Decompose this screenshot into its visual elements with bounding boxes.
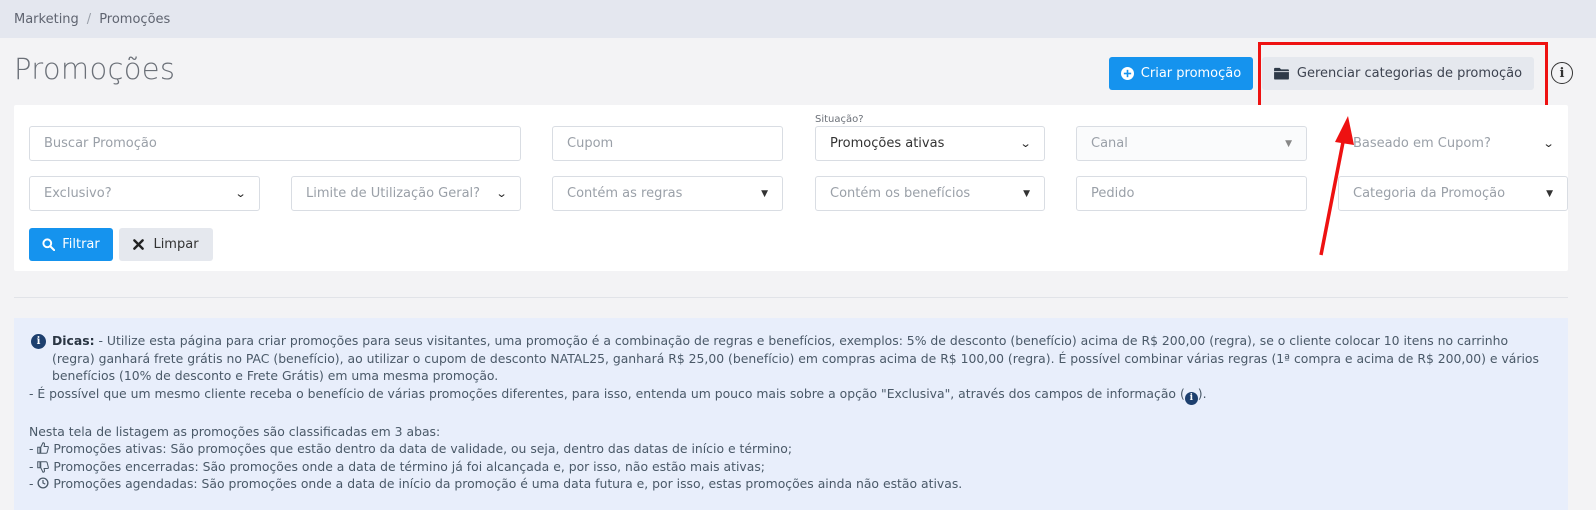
manage-categories-button[interactable]: Gerenciar categorias de promoção (1262, 57, 1534, 90)
category-placeholder: Categoria da Promoção (1353, 186, 1506, 201)
order-input[interactable]: Pedido (1076, 176, 1307, 211)
coupon-input[interactable]: Cupom (552, 126, 783, 161)
tips-text-2: - É possível que um mesmo cliente receba… (29, 385, 1185, 401)
caret-down-icon: ▼ (1023, 188, 1030, 199)
info-icon[interactable]: i (1551, 62, 1573, 84)
filter-button[interactable]: Filtrar (29, 228, 113, 261)
benefits-select[interactable]: Contém os benefícios ▼ (815, 176, 1045, 211)
benefits-placeholder: Contém os benefícios (830, 186, 971, 201)
coupon-based-select[interactable]: Baseado em Cupom? ⌄ (1338, 126, 1568, 161)
usage-limit-placeholder: Limite de Utilização Geral? (306, 186, 481, 201)
search-icon (42, 238, 56, 251)
caret-down-icon: ▼ (1546, 188, 1553, 199)
tips-paragraph-2: - É possível que um mesmo cliente receba… (29, 385, 1552, 406)
folder-icon (1273, 67, 1289, 80)
create-promotion-label: Criar promoção (1140, 66, 1242, 81)
tips-title: Dicas: (52, 333, 95, 348)
rules-select[interactable]: Contém as regras ▼ (552, 176, 783, 211)
category-select[interactable]: Categoria da Promoção ▼ (1338, 176, 1568, 211)
clear-button[interactable]: Limpar (119, 228, 213, 261)
status-label: Situação? (815, 114, 864, 125)
tips-item-closed: Promoções encerradas: São promoções onde… (53, 458, 765, 474)
info-circle-icon: i (1184, 392, 1198, 406)
close-icon (133, 239, 145, 250)
chevron-down-icon: ⌄ (1019, 137, 1032, 150)
divider (14, 297, 1568, 298)
coupon-based-placeholder: Baseado em Cupom? (1353, 136, 1491, 151)
channel-placeholder: Canal (1091, 136, 1128, 151)
chevron-down-icon: ⌄ (495, 187, 508, 200)
rules-placeholder: Contém as regras (567, 186, 683, 201)
tips-list-intro: Nesta tela de listagem as promoções são … (29, 423, 441, 439)
plus-circle-icon (1120, 67, 1134, 80)
breadcrumb: Marketing / Promoções (0, 0, 1596, 38)
tips-paragraph-1: Dicas: - Utilize esta página para criar … (52, 332, 1552, 385)
order-placeholder: Pedido (1091, 186, 1135, 201)
create-promotion-button[interactable]: Criar promoção (1109, 57, 1253, 90)
search-promotion-placeholder: Buscar Promoção (44, 136, 157, 151)
breadcrumb-separator: / (86, 11, 92, 27)
chevron-down-icon: ⌄ (1542, 137, 1555, 150)
tips-item-active: Promoções ativas: São promoções que estã… (53, 441, 793, 457)
channel-select[interactable]: Canal ▼ (1076, 126, 1307, 161)
tips-list-item: - Promoções agendadas: São promoções ond… (29, 476, 963, 492)
tips-text-2-end: ). (1197, 385, 1207, 401)
usage-limit-select[interactable]: Limite de Utilização Geral? ⌄ (291, 176, 521, 211)
status-select[interactable]: Promoções ativas ⌄ (815, 126, 1045, 161)
chevron-down-icon: ⌄ (234, 187, 247, 200)
caret-down-icon: ▼ (1285, 138, 1292, 149)
status-selected-value: Promoções ativas (830, 136, 945, 151)
tips-list-item: - Promoções ativas: São promoções que es… (29, 441, 793, 457)
breadcrumb-promocoes: Promoções (99, 11, 171, 27)
tips-text-1: - Utilize esta página para criar promoçõ… (52, 333, 1539, 384)
info-circle-icon: i (31, 334, 46, 349)
exclusive-placeholder: Exclusivo? (44, 186, 112, 201)
caret-down-icon: ▼ (761, 188, 768, 199)
clock-icon (37, 476, 53, 491)
coupon-placeholder: Cupom (567, 136, 614, 151)
thumbs-down-icon (37, 459, 53, 474)
exclusive-select[interactable]: Exclusivo? ⌄ (29, 176, 260, 211)
manage-categories-label: Gerenciar categorias de promoção (1296, 66, 1523, 81)
filter-button-label: Filtrar (62, 237, 100, 252)
tips-panel: i Dicas: - Utilize esta página para cria… (14, 318, 1568, 510)
breadcrumb-marketing[interactable]: Marketing (14, 12, 79, 27)
thumbs-up-icon (37, 441, 53, 456)
tips-list-item: - Promoções encerradas: São promoções on… (29, 458, 765, 474)
page-title: Promoções (14, 52, 176, 86)
tips-item-scheduled: Promoções agendadas: São promoções onde … (53, 476, 963, 492)
clear-button-label: Limpar (153, 237, 199, 252)
search-promotion-input[interactable]: Buscar Promoção (29, 126, 521, 161)
